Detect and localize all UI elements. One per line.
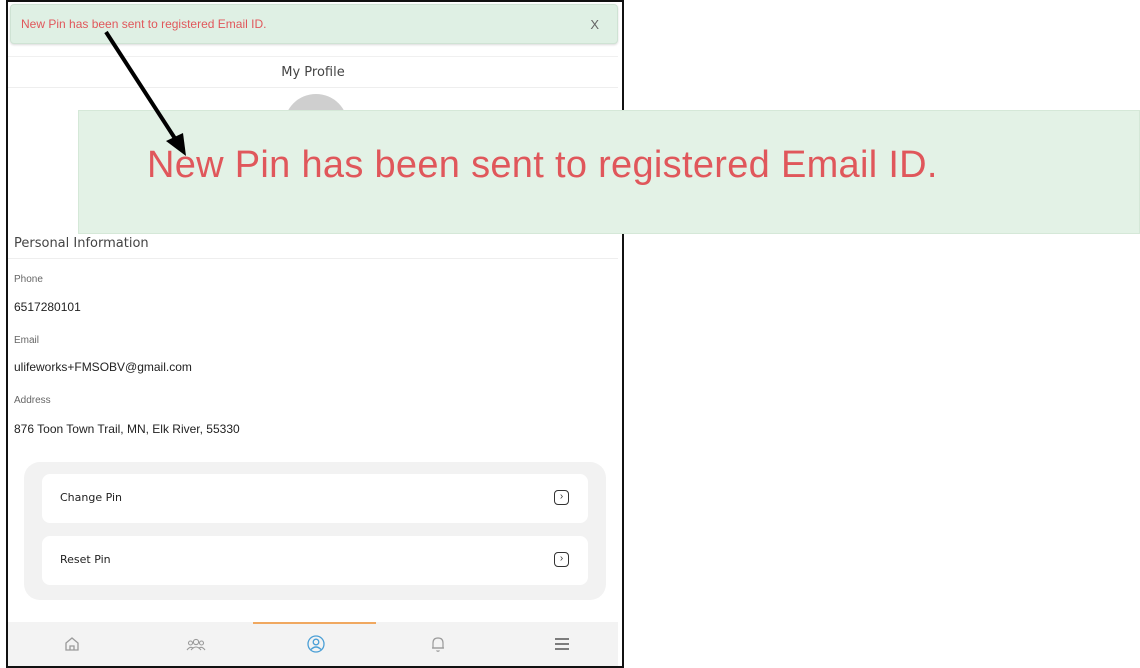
section-title: Personal Information (14, 236, 149, 251)
address-label: Address (14, 395, 51, 406)
bottom-navigation (8, 622, 618, 666)
app-frame: New Pin has been sent to registered Emai… (6, 0, 624, 668)
active-tab-indicator (253, 622, 376, 624)
home-icon (65, 637, 79, 651)
zoomed-callout: New Pin has been sent to registered Emai… (78, 110, 1140, 234)
nav-menu[interactable] (550, 632, 574, 656)
reset-pin-label: Reset Pin (60, 553, 111, 566)
bell-icon (432, 637, 444, 652)
phone-label: Phone (14, 274, 43, 285)
zoomed-message: New Pin has been sent to registered Emai… (147, 144, 938, 186)
profile-icon (307, 635, 325, 653)
menu-icon (555, 638, 569, 650)
toast-message: New Pin has been sent to registered Emai… (21, 17, 267, 31)
change-pin-button[interactable]: Change Pin › (42, 474, 588, 523)
nav-home[interactable] (60, 632, 84, 656)
nav-group[interactable] (184, 632, 208, 656)
toast-close-button[interactable]: X (590, 17, 599, 32)
change-pin-label: Change Pin (60, 491, 123, 504)
email-value: ulifeworks+FMSOBV@gmail.com (14, 360, 192, 374)
group-icon (186, 638, 206, 651)
pin-actions-card: Change Pin › Reset Pin › (24, 462, 606, 600)
page-header: My Profile (8, 56, 618, 88)
address-value: 876 Toon Town Trail, MN, Elk River, 5533… (14, 422, 240, 436)
nav-notifications[interactable] (426, 632, 450, 656)
page-title: My Profile (281, 64, 345, 80)
nav-profile[interactable] (304, 632, 328, 656)
section-header: Personal Information (8, 234, 618, 259)
chevron-right-square-icon: › (554, 490, 569, 505)
reset-pin-button[interactable]: Reset Pin › (42, 536, 588, 585)
phone-value: 6517280101 (14, 300, 81, 314)
chevron-right-square-icon: › (554, 552, 569, 567)
email-label: Email (14, 335, 40, 346)
toast-notification: New Pin has been sent to registered Emai… (10, 4, 618, 44)
